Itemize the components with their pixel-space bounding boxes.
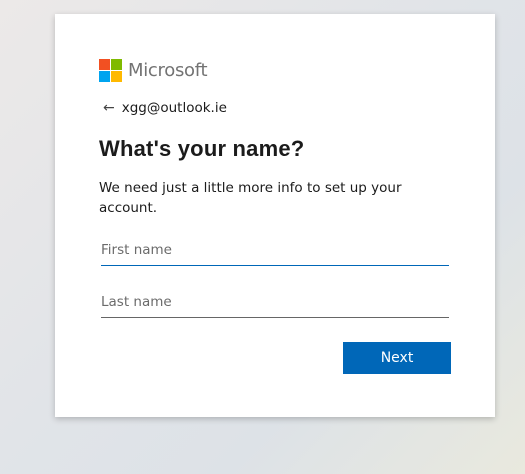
microsoft-logo: Microsoft (99, 58, 208, 82)
brand-name: Microsoft (128, 59, 208, 81)
last-name-input[interactable] (101, 286, 449, 318)
next-button[interactable]: Next (343, 342, 451, 374)
logo-square-yellow (111, 70, 122, 82)
sign-up-card: Microsoft ← xgg@outlook.ie What's your n… (55, 14, 495, 417)
page-title: What's your name? (99, 136, 305, 161)
microsoft-logo-icon (99, 58, 122, 82)
logo-square-red (99, 58, 110, 70)
back-to-account-link[interactable]: ← xgg@outlook.ie (103, 100, 227, 116)
logo-square-blue (99, 70, 110, 82)
arrow-left-icon[interactable]: ← (103, 101, 115, 115)
first-name-input[interactable] (101, 234, 449, 266)
page-description: We need just a little more info to set u… (99, 180, 402, 216)
logo-square-green (111, 58, 122, 70)
account-identity: xgg@outlook.ie (121, 100, 227, 116)
